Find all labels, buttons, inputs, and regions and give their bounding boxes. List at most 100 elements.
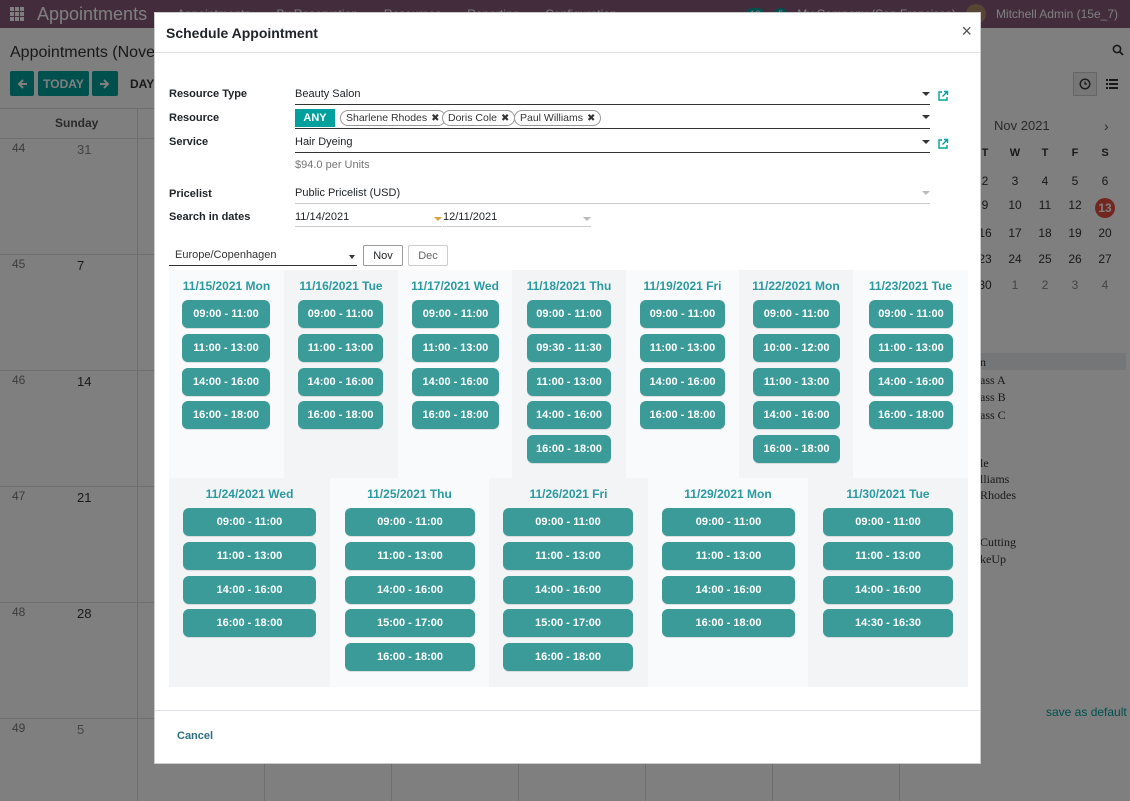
time-slot-button[interactable]: 15:00 - 17:00 xyxy=(503,609,633,638)
resource-type-value: Beauty Salon xyxy=(295,88,361,100)
day-heading: 11/16/2021 Tue xyxy=(299,279,383,293)
time-slot-button[interactable]: 09:00 - 11:00 xyxy=(182,300,270,328)
remove-tag-icon[interactable]: ✖ xyxy=(431,113,439,124)
time-slot-button[interactable]: 16:00 - 18:00 xyxy=(298,401,383,430)
service-select[interactable]: Hair Dyeing xyxy=(295,134,930,153)
time-slot-button[interactable]: 11:00 - 13:00 xyxy=(183,541,316,570)
time-slot-button[interactable]: 09:00 - 11:00 xyxy=(823,508,953,536)
time-slot-button[interactable]: 14:30 - 16:30 xyxy=(823,609,953,638)
day-column: 11/25/2021 Thu 09:00 - 11:00 11:00 - 13:00… xyxy=(330,478,489,687)
chevron-down-icon xyxy=(349,255,355,259)
time-slot-button[interactable]: 09:00 - 11:00 xyxy=(345,508,475,536)
day-heading: 11/19/2021 Fri xyxy=(643,279,722,293)
date-from-field[interactable]: 11/14/2021 xyxy=(295,211,442,227)
time-slot-button[interactable]: 14:00 - 16:00 xyxy=(183,575,316,604)
time-slot-button[interactable]: 11:00 - 13:00 xyxy=(662,541,795,570)
resource-many2many-field[interactable]: ANY Sharlene Rhodes ✖ Doris Cole ✖ Paul … xyxy=(295,109,930,129)
time-slot-button[interactable]: 14:00 - 16:00 xyxy=(527,401,611,430)
time-slot-button[interactable]: 09:00 - 11:00 xyxy=(753,300,840,328)
time-slot-button[interactable]: 11:00 - 13:00 xyxy=(869,333,953,362)
resource-tag: Doris Cole ✖ xyxy=(442,110,516,126)
time-slot-button[interactable]: 11:00 - 13:00 xyxy=(298,333,383,362)
pricelist-value: Public Pricelist (USD) xyxy=(295,187,401,199)
service-value: Hair Dyeing xyxy=(295,136,353,148)
time-slot-button[interactable]: 11:00 - 13:00 xyxy=(753,367,840,396)
time-slot-button[interactable]: 11:00 - 13:00 xyxy=(412,333,499,362)
resource-tag-label: Doris Cole xyxy=(448,112,498,124)
day-column: 11/15/2021 Mon 09:00 - 11:00 11:00 - 13:00… xyxy=(169,270,284,478)
resource-type-select[interactable]: Beauty Salon xyxy=(295,86,930,105)
time-slot-button[interactable]: 11:00 - 13:00 xyxy=(527,367,611,396)
time-slot-button[interactable]: 14:00 - 16:00 xyxy=(640,367,725,396)
time-slot-button[interactable]: 11:00 - 13:00 xyxy=(823,541,953,570)
day-column: 11/19/2021 Fri 09:00 - 11:00 11:00 - 13:00… xyxy=(626,270,739,478)
time-slot-button[interactable]: 16:00 - 18:00 xyxy=(753,435,840,464)
time-slot-button[interactable]: 16:00 - 18:00 xyxy=(640,401,725,430)
time-slot-button[interactable]: 11:00 - 13:00 xyxy=(345,541,475,570)
time-slot-button[interactable]: 09:30 - 11:30 xyxy=(527,333,611,362)
close-icon[interactable]: × xyxy=(961,22,972,40)
date-from-value: 11/14/2021 xyxy=(295,211,350,223)
day-heading: 11/18/2021 Thu xyxy=(526,279,612,293)
cancel-button[interactable]: Cancel xyxy=(177,730,213,742)
time-slot-button[interactable]: 16:00 - 18:00 xyxy=(412,401,499,430)
remove-tag-icon[interactable]: ✖ xyxy=(587,113,595,124)
date-to-field[interactable]: 12/11/2021 xyxy=(443,211,591,227)
time-slot-button[interactable]: 09:00 - 11:00 xyxy=(412,300,499,328)
time-slot-button[interactable]: 14:00 - 16:00 xyxy=(753,401,840,430)
any-resource-badge[interactable]: ANY xyxy=(295,109,335,127)
appointment-slots-grid: 11/15/2021 Mon 09:00 - 11:00 11:00 - 13:00… xyxy=(169,270,968,687)
time-slot-button[interactable]: 16:00 - 18:00 xyxy=(182,401,270,430)
time-slot-button[interactable]: 14:00 - 16:00 xyxy=(503,575,633,604)
time-slot-button[interactable]: 09:00 - 11:00 xyxy=(640,300,725,328)
time-slot-button[interactable]: 15:00 - 17:00 xyxy=(345,609,475,638)
time-slot-button[interactable]: 16:00 - 18:00 xyxy=(503,643,633,672)
modal-header: Schedule Appointment × xyxy=(155,13,980,53)
time-slot-button[interactable]: 09:00 - 11:00 xyxy=(298,300,383,328)
time-slot-button[interactable]: 16:00 - 18:00 xyxy=(345,643,475,672)
resource-label: Resource xyxy=(169,112,220,124)
month-button-nov[interactable]: Nov xyxy=(363,245,403,266)
date-to-value: 12/11/2021 xyxy=(443,211,498,223)
time-slot-button[interactable]: 14:00 - 16:00 xyxy=(823,575,953,604)
timezone-select[interactable]: Europe/Copenhagen xyxy=(169,249,357,266)
time-slot-button[interactable]: 09:00 - 11:00 xyxy=(183,508,316,536)
time-slot-button[interactable]: 14:00 - 16:00 xyxy=(298,367,383,396)
resource-tag-label: Paul Williams xyxy=(520,112,584,124)
day-heading: 11/22/2021 Mon xyxy=(752,279,840,293)
pricelist-label: Pricelist xyxy=(169,188,212,200)
resource-type-label: Resource Type xyxy=(169,88,248,100)
external-link-icon[interactable] xyxy=(937,90,949,102)
time-slot-button[interactable]: 14:00 - 16:00 xyxy=(345,575,475,604)
pricelist-select[interactable]: Public Pricelist (USD) xyxy=(295,185,930,204)
time-slot-button[interactable]: 09:00 - 11:00 xyxy=(527,300,611,328)
time-slot-button[interactable]: 09:00 - 11:00 xyxy=(869,300,953,328)
time-slot-button[interactable]: 11:00 - 13:00 xyxy=(503,541,633,570)
time-slot-button[interactable]: 14:00 - 16:00 xyxy=(869,367,953,396)
day-heading: 11/29/2021 Mon xyxy=(684,487,772,501)
remove-tag-icon[interactable]: ✖ xyxy=(501,113,509,124)
day-column: 11/22/2021 Mon 09:00 - 11:00 10:00 - 12:00… xyxy=(739,270,853,478)
search-dates-label: Search in dates xyxy=(169,211,251,223)
month-button-dec[interactable]: Dec xyxy=(408,245,448,266)
time-slot-button[interactable]: 09:00 - 11:00 xyxy=(662,508,795,536)
time-slot-button[interactable]: 16:00 - 18:00 xyxy=(869,401,953,430)
time-slot-button[interactable]: 14:00 - 16:00 xyxy=(182,367,270,396)
modal-footer: Cancel xyxy=(155,710,980,763)
time-slot-button[interactable]: 10:00 - 12:00 xyxy=(753,333,840,362)
time-slot-button[interactable]: 16:00 - 18:00 xyxy=(662,609,795,638)
time-slot-button[interactable]: 11:00 - 13:00 xyxy=(640,333,725,362)
day-column: 11/24/2021 Wed 09:00 - 11:00 11:00 - 13:00… xyxy=(169,478,330,687)
chevron-down-icon xyxy=(922,92,930,96)
day-heading: 11/17/2021 Wed xyxy=(411,279,499,293)
time-slot-button[interactable]: 16:00 - 18:00 xyxy=(183,609,316,638)
time-slot-button[interactable]: 09:00 - 11:00 xyxy=(503,508,633,536)
time-slot-button[interactable]: 14:00 - 16:00 xyxy=(662,575,795,604)
time-slot-button[interactable]: 14:00 - 16:00 xyxy=(412,367,499,396)
external-link-icon[interactable] xyxy=(937,138,949,150)
day-column: 11/30/2021 Tue 09:00 - 11:00 11:00 - 13:00… xyxy=(808,478,968,687)
day-heading: 11/30/2021 Tue xyxy=(846,487,930,501)
time-slot-button[interactable]: 11:00 - 13:00 xyxy=(182,333,270,362)
time-slot-button[interactable]: 16:00 - 18:00 xyxy=(527,435,611,464)
resource-tag: Sharlene Rhodes ✖ xyxy=(340,110,446,126)
